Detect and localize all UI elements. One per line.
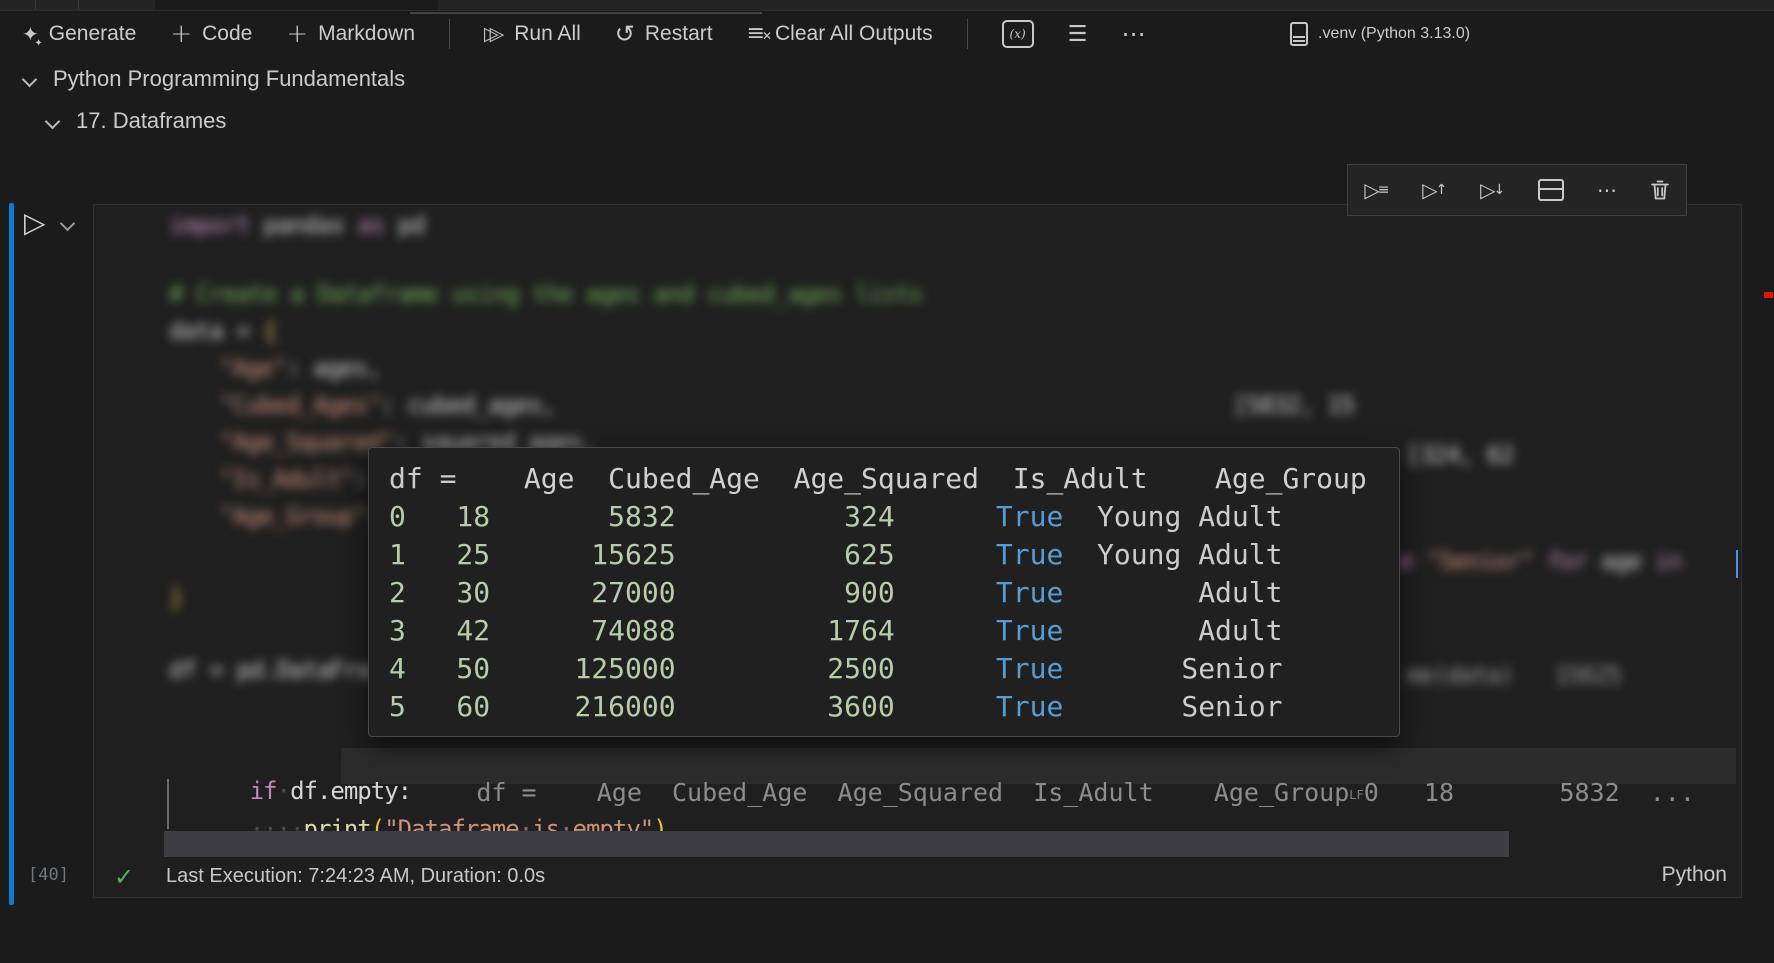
restart-icon: ↺ [615,20,635,48]
execution-count: [40] [28,865,69,885]
add-markdown-label: Markdown [318,22,415,46]
sparkle-icon: ✦✦ [22,22,39,46]
blurred-code-fragment: [5832, 15 [1233,391,1354,419]
code-line-print[interactable]: ····print("Dataframe·is·empty") [169,787,667,871]
dataframe-popup-body: df = Age Cubed_Age Age_Squared Is_Adult … [389,460,1399,726]
delete-cell-button[interactable] [1650,179,1670,201]
plus-icon: + [286,24,308,44]
more-cell-actions-button[interactable]: ⋯ [1597,178,1617,202]
list-icon: ☰ [1068,22,1088,47]
add-code-label: Code [202,22,252,46]
success-check-icon: ✓ [114,863,134,891]
tab-divider [35,0,36,10]
blurred-code-fragment: e "Senior" for age in [1399,547,1681,575]
dataframe-row: 3 42 74088 1764 True Adult [389,612,1399,650]
blurred-code-fragment: data = { [169,317,277,345]
ellipsis-icon: ⋯ [1597,178,1617,202]
restart-button[interactable]: ↺ Restart [615,20,713,48]
outline-item-section[interactable]: 17. Dataframes [47,108,226,134]
clear-all-outputs-button[interactable]: ≡✕ Clear All Outputs [747,22,933,46]
chevron-down-icon [45,113,61,129]
kernel-picker[interactable]: .venv (Python 3.13.0) [1290,10,1470,58]
cell-selection-bar [9,203,14,905]
trash-icon [1650,179,1670,201]
linefeed-symbol: LF [1349,788,1363,802]
kernel-icon [1290,22,1308,46]
kernel-label: .venv (Python 3.13.0) [1318,25,1470,43]
arrow-down-icon: ↓ [1494,182,1506,198]
cell-language-label[interactable]: Python [1662,863,1727,887]
overview-ruler-error-mark [1764,292,1773,298]
lines-icon: ≡ [1378,182,1390,198]
blurred-code-fragment: import pandas as pd [169,211,425,239]
clear-outputs-icon: ≡✕ [747,24,765,44]
split-cell-button[interactable] [1538,179,1564,201]
blurred-code-fragment: "Cubed_Ages": cubed_ages, [219,391,555,419]
dataframe-row: 5 60 216000 3600 True Senior [389,688,1399,726]
blurred-code-fragment: [324, 62 [1406,441,1514,469]
outline-button[interactable]: ☰ [1068,22,1088,47]
cell-toolbar: ▷≡ ▷↑ ▷↓ ⋯ [1347,164,1687,216]
outline-item-notebook-title[interactable]: Python Programming Fundamentals [24,66,405,92]
execute-below-button[interactable]: ▷↓ [1480,178,1505,202]
active-tab-indicator [155,0,438,10]
more-actions-button[interactable]: ⋯ [1121,20,1146,48]
blurred-code-fragment: } [169,584,182,612]
generate-label: Generate [49,22,137,46]
toolbar-divider [967,19,968,49]
blurred-code-fragment: me(data) 15625 [1406,661,1621,689]
variables-button[interactable]: (x) [1002,20,1034,48]
notebook-title-label: Python Programming Fundamentals [53,66,405,92]
dataframe-row: 1 25 15625 625 True Young Adult [389,536,1399,574]
tab-divider [78,0,79,10]
dataframe-row: 0 18 5832 324 True Young Adult [389,498,1399,536]
toolbar-divider [449,19,450,49]
add-markdown-button[interactable]: + Markdown [286,22,415,46]
run-all-label: Run All [514,22,581,46]
arrow-up-icon: ↑ [1436,182,1448,198]
generate-button[interactable]: ✦✦ Generate [22,22,136,46]
blurred-code-fragment: "Age": ages, [219,354,380,382]
last-execution-status: Last Execution: 7:24:23 AM, Duration: 0.… [166,865,545,888]
dataframe-popup: df = Age Cubed_Age Age_Squared Is_Adult … [368,447,1400,737]
run-all-button[interactable]: ▷▷ Run All [484,22,581,46]
blurred-code-fragment: df = pd.DataFra [169,656,371,684]
clear-outputs-label: Clear All Outputs [775,22,933,46]
notebook-toolbar: ✦✦ Generate + Code + Markdown ▷▷ Run All… [0,10,1774,58]
blurred-code-fragment: # Create a Dataframe using the ages and … [169,280,922,308]
dataframe-header-row: df = Age Cubed_Age Age_Squared Is_Adult … [389,460,1399,498]
execute-above-button[interactable]: ▷↑ [1422,178,1447,202]
run-cell-dropdown[interactable] [62,218,73,238]
split-cell-icon [1538,179,1564,201]
section-label: 17. Dataframes [76,108,226,134]
dataframe-row: 4 50 125000 2500 True Senior [389,650,1399,688]
horizontal-scrollbar[interactable] [164,831,1509,857]
add-code-button[interactable]: + Code [170,22,252,46]
chevron-down-icon [22,71,38,87]
run-cell-button[interactable]: ▷ [24,206,46,239]
variables-icon: (x) [1002,20,1034,48]
chevron-down-icon [60,216,76,232]
execute-cells-button[interactable]: ▷≡ [1364,178,1389,202]
plus-icon: + [170,24,192,44]
run-all-icon: ▷▷ [484,23,504,45]
vscode-notebook-window: ✦✦ Generate + Code + Markdown ▷▷ Run All… [0,0,1774,963]
dataframe-row: 2 30 27000 900 True Adult [389,574,1399,612]
cursor [1736,550,1738,578]
ellipsis-icon: ⋯ [1121,20,1146,48]
cell-status-bar: ✓ Last Execution: 7:24:23 AM, Duration: … [94,861,1741,899]
restart-label: Restart [645,22,713,46]
